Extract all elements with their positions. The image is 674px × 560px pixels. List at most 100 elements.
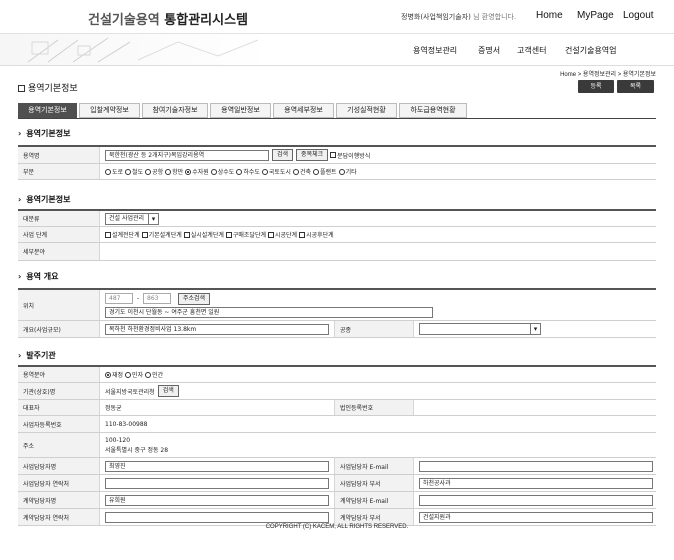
stage-checkbox-3[interactable]	[225, 231, 232, 238]
section-title-client: 발주기관	[18, 350, 55, 361]
sector-option-9[interactable]: 플랜트	[313, 167, 337, 176]
menu-customer-center[interactable]: 고객센터	[517, 45, 546, 56]
service-name-input[interactable]: 북한천(광산 등 2개지구)복입강리용역	[105, 149, 269, 161]
ct-person-input[interactable]: 유희원	[105, 494, 329, 506]
main-menu-bar: 용역정보관리 증명서 고객센터 건설기술용역업	[0, 34, 674, 66]
sector-radio-7[interactable]	[261, 168, 268, 175]
biz-email-label: 사업담당자 E-mail	[334, 458, 414, 474]
tab-engineers[interactable]: 참여기술자정보	[142, 103, 208, 118]
sector-radio-8[interactable]	[292, 168, 299, 175]
ct-email-label: 계약담당자 E-mail	[334, 492, 414, 508]
biz-person-input[interactable]: 최영진	[105, 460, 329, 472]
sector-radio-1[interactable]	[125, 168, 132, 175]
ct-email-input[interactable]	[419, 494, 653, 506]
stage-checkbox-4[interactable]	[267, 231, 274, 238]
stage-option-1[interactable]: 기본설계단계	[141, 230, 182, 239]
sector-label: 부문	[18, 164, 100, 179]
tab-bid-contract[interactable]: 입찰계약정보	[79, 103, 140, 118]
logout-link[interactable]: Logout	[623, 10, 654, 21]
biz-email-input[interactable]	[419, 460, 653, 472]
joint-execution-option[interactable]: 분담이행방식	[330, 151, 370, 160]
tab-detail-info[interactable]: 용역세부정보	[273, 103, 334, 118]
stage-option-3[interactable]: 구매조달단계	[225, 230, 266, 239]
home-link[interactable]: Home	[536, 10, 563, 21]
sector-option-label: 철도	[132, 169, 144, 176]
sector-option-8[interactable]: 건축	[292, 167, 311, 176]
stage-option-0[interactable]: 설계전단계	[105, 230, 140, 239]
sector-option-6[interactable]: 하수도	[236, 167, 260, 176]
zip-second-input[interactable]: 863	[143, 293, 172, 304]
sector-radio-0[interactable]	[105, 168, 111, 175]
list-button[interactable]: 목록	[617, 80, 654, 93]
client-field-option-2[interactable]: 민간	[145, 370, 163, 379]
class-select[interactable]: 건설 사업관리 ▾	[105, 212, 159, 225]
stage-checkbox-1[interactable]	[141, 231, 148, 238]
stage-option-2[interactable]: 실시설계단계	[183, 230, 224, 239]
menu-construction-service[interactable]: 건설기술용역업	[565, 45, 617, 56]
client-field-option-0[interactable]: 재정	[105, 370, 123, 379]
sector-radio-10[interactable]	[338, 168, 345, 175]
sector-option-10[interactable]: 기타	[338, 167, 357, 176]
sector-option-label: 기타	[345, 169, 357, 176]
stage-option-label: 기본설계단계	[148, 232, 182, 239]
service-name-row: 용역명 북한천(광산 등 2개지구)복입강리용역 검색 중복체크 분담이행방식	[18, 147, 656, 164]
sector-option-label: 공항	[152, 169, 164, 176]
work-type-select[interactable]: ▾	[419, 323, 541, 335]
ct-dept-input[interactable]: 건설지원과	[419, 511, 653, 523]
stage-checkbox-5[interactable]	[299, 231, 306, 238]
sector-radio-3[interactable]	[165, 168, 172, 175]
client-field-radio-2[interactable]	[145, 371, 152, 378]
client-field-radio-0[interactable]	[105, 371, 111, 378]
sector-radio-6[interactable]	[236, 168, 243, 175]
sector-radio-4[interactable]	[185, 168, 192, 175]
client-field-option-1[interactable]: 민자	[125, 370, 143, 379]
copyright-footer: COPYRIGHT (C) KACEM, ALL RIGHTS RESERVED…	[265, 524, 409, 530]
sector-row: 부문 도로 철도 공항 항만 수자원 상수도 하수도 국토도시 건축 플랜트 기타	[18, 164, 656, 180]
biz-person-label: 사업담당자명	[18, 458, 100, 474]
biz-phone-input[interactable]	[105, 477, 329, 489]
ct-phone-input[interactable]	[105, 511, 329, 523]
sector-option-label: 하수도	[243, 169, 260, 176]
stage-checkbox-2[interactable]	[183, 231, 190, 238]
section-title-basic: 용역기본정보	[18, 128, 70, 139]
breadcrumb: Home > 용역정보관리 > 용역기본정보	[560, 72, 656, 78]
class-row: 대분류 건설 사업관리 ▾	[18, 211, 656, 227]
address-search-button[interactable]: 주소검색	[177, 292, 211, 305]
agency-search-button[interactable]: 검색	[157, 385, 179, 397]
sector-option-5[interactable]: 상수도	[210, 167, 234, 176]
stage-option-4[interactable]: 시공단계	[267, 230, 297, 239]
service-info-form: 대분류 건설 사업관리 ▾ 사업 단계 설계전단계 기본설계단계 실시설계단계 구매조달…	[18, 209, 656, 261]
tab-progress[interactable]: 기성실적현황	[336, 103, 397, 118]
sector-option-4[interactable]: 수자원	[185, 167, 209, 176]
client-address-label: 주소	[18, 433, 100, 457]
mypage-link[interactable]: MyPage	[577, 10, 614, 21]
menu-certificate[interactable]: 증명서	[478, 45, 500, 56]
duplicate-check-button[interactable]: 중복체크	[296, 149, 329, 161]
stage-checkbox-group: 설계전단계 기본설계단계 실시설계단계 구매조달단계 시공단계 시공후단계	[100, 227, 656, 242]
summary-input[interactable]: 복하천 하천환경정비사업 13.8km	[105, 323, 329, 335]
client-field-radio-1[interactable]	[125, 371, 132, 378]
sector-option-1[interactable]: 철도	[125, 167, 143, 176]
sector-radio-9[interactable]	[313, 168, 320, 175]
biz-dept-label: 사업담당자 부서	[334, 475, 414, 491]
sector-option-3[interactable]: 항만	[165, 167, 183, 176]
app-logo[interactable]: 건설기술용역 통합관리시스템	[88, 9, 248, 28]
tab-subcontract[interactable]: 하도급용역현황	[399, 103, 467, 118]
sector-radio-2[interactable]	[145, 168, 152, 175]
joint-execution-checkbox[interactable]	[330, 152, 337, 158]
stage-checkbox-0[interactable]	[105, 231, 111, 238]
address-input[interactable]: 경기도 이천시 단월동 ~ 여주군 흥천면 일원	[105, 306, 433, 318]
client-field-option-label: 민자	[132, 372, 144, 379]
sector-radio-5[interactable]	[210, 168, 217, 175]
tab-basic-info[interactable]: 용역기본정보	[18, 103, 77, 118]
sector-option-7[interactable]: 국토도시	[261, 167, 291, 176]
sector-option-0[interactable]: 도로	[105, 167, 123, 176]
stage-option-5[interactable]: 시공후단계	[299, 230, 334, 239]
biz-dept-input[interactable]: 하천공사과	[419, 477, 653, 489]
name-search-button[interactable]: 검색	[272, 149, 294, 161]
zip-first-input[interactable]: 487	[105, 293, 133, 304]
tab-general-info[interactable]: 용역일반정보	[210, 103, 271, 118]
menu-service-info[interactable]: 용역정보관리	[413, 45, 457, 56]
register-button[interactable]: 등록	[578, 80, 614, 93]
sector-option-2[interactable]: 공항	[145, 167, 163, 176]
